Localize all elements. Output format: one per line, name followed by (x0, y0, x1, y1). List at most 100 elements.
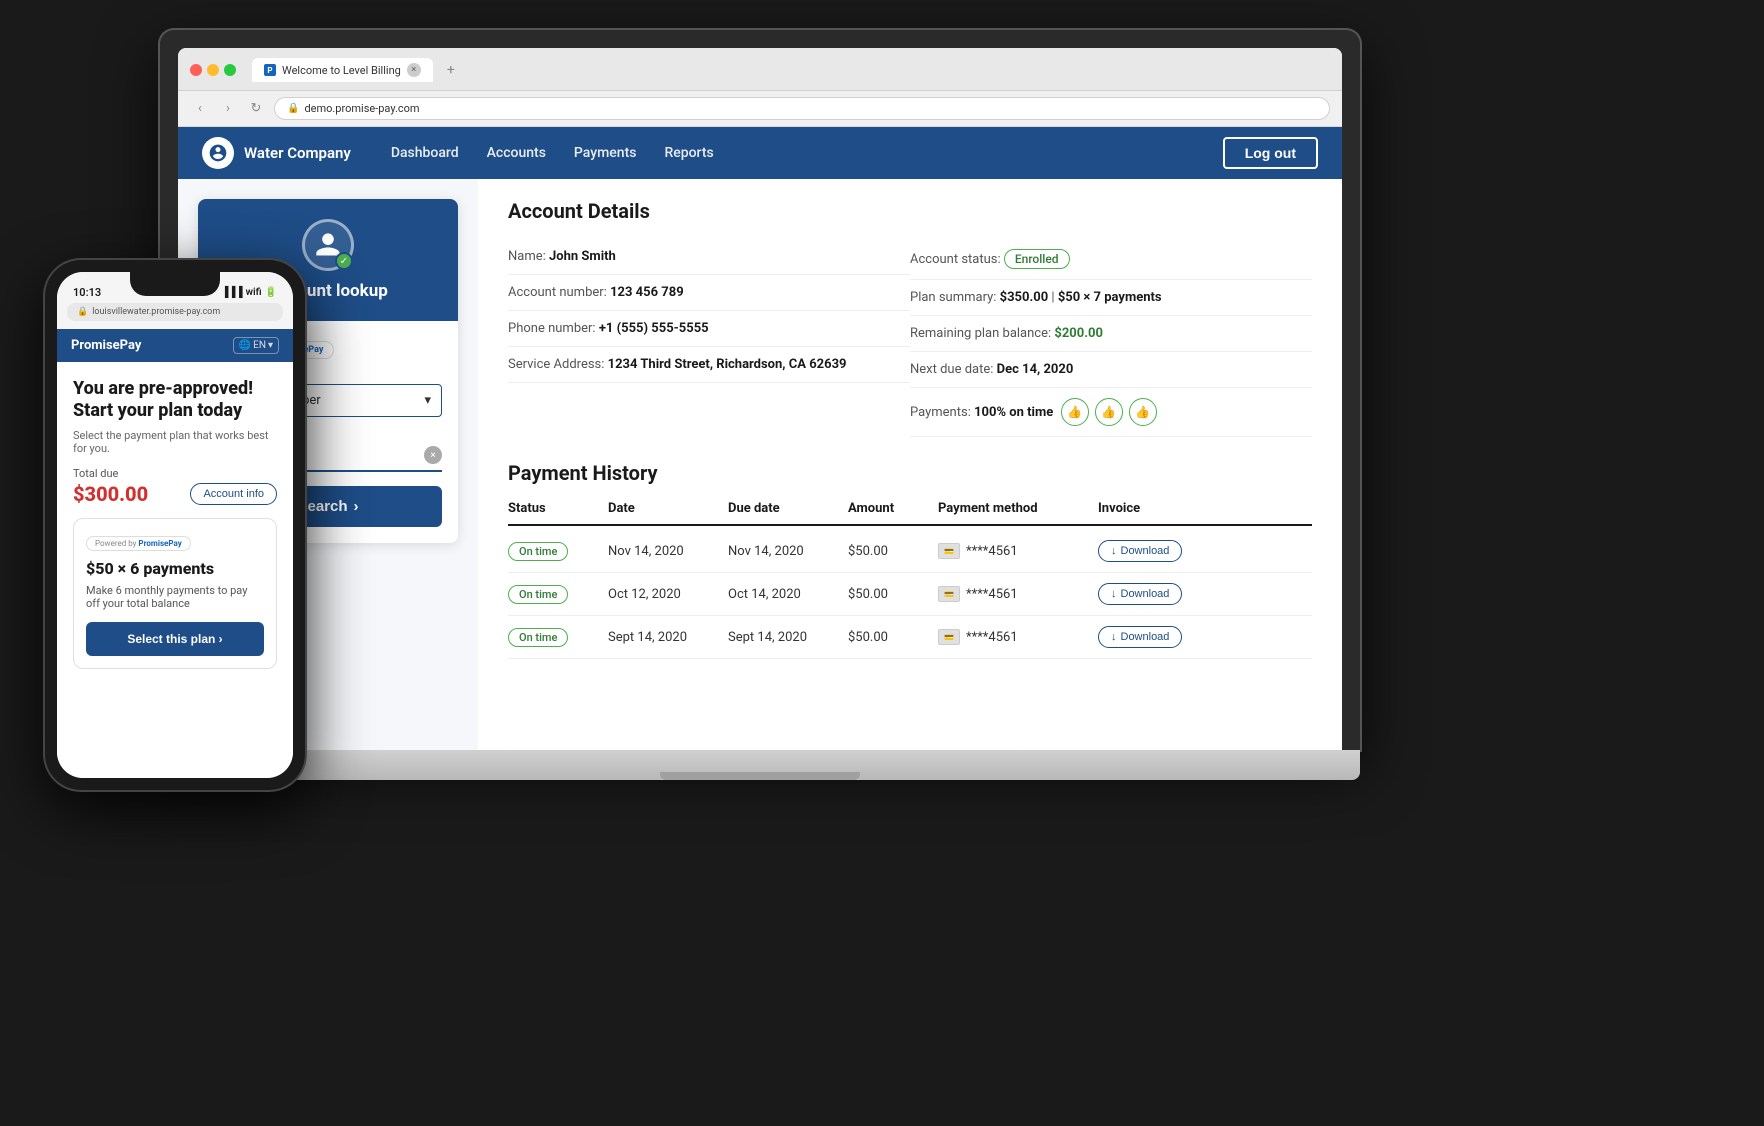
brand-name: Water Company (244, 144, 351, 162)
url-text: demo.promise-pay.com (304, 102, 419, 115)
payments-row: Payments: 100% on time 👍 👍 👍 (910, 388, 1312, 437)
name-row: Name: John Smith (508, 239, 910, 275)
row3-due-date: Sept 14, 2020 (728, 630, 848, 645)
download-button-2[interactable]: ↓ Download (1098, 583, 1182, 605)
thumb-badge-3[interactable]: 👍 (1129, 398, 1157, 426)
next-due-label: Next due date: (910, 362, 993, 377)
lang-chevron-icon: ▾ (268, 340, 273, 351)
traffic-lights (190, 64, 236, 76)
thumb-badge-1[interactable]: 👍 (1061, 398, 1089, 426)
row3-date: Sept 14, 2020 (608, 630, 728, 645)
status-row: Account status: Enrolled (910, 239, 1312, 280)
phone-app-bar: PromisePay 🌐 EN ▾ (57, 329, 293, 362)
nav-link-reports[interactable]: Reports (664, 145, 713, 161)
wifi-icon: wifi (246, 287, 262, 298)
table-header: Status Date Due date Amount Payment meth… (508, 501, 1312, 526)
account-number-row: Account number: 123 456 789 (508, 275, 910, 311)
remaining-value: $200.00 (1054, 326, 1103, 341)
tab-close-button[interactable]: × (407, 63, 421, 77)
tab-favicon: P (264, 64, 276, 76)
plan-powered-brand: PromisePay (138, 539, 181, 548)
download-button-1[interactable]: ↓ Download (1098, 540, 1182, 562)
phone-url: louisvillewater.promise-pay.com (92, 307, 220, 317)
phone-lock-icon: 🔒 (77, 307, 88, 317)
remaining-balance-row: Remaining plan balance: $200.00 (910, 316, 1312, 352)
account-details-title: Account Details (508, 199, 1312, 223)
account-info-button[interactable]: Account info (190, 483, 277, 505)
table-row: On time Sept 14, 2020 Sept 14, 2020 $50.… (508, 616, 1312, 659)
lock-icon: 🔒 (287, 103, 299, 114)
row1-invoice: ↓ Download (1098, 540, 1218, 562)
table-row: On time Oct 12, 2020 Oct 14, 2020 $50.00… (508, 573, 1312, 616)
name-label: Name: (508, 249, 546, 264)
plan-summary-value: $350.00 (1000, 290, 1049, 305)
back-button[interactable]: ‹ (190, 99, 210, 119)
logout-button[interactable]: Log out (1223, 137, 1318, 169)
lookup-avatar: ✓ (302, 219, 354, 271)
download-icon-3: ↓ (1111, 631, 1117, 643)
clear-input-button[interactable]: × (424, 446, 442, 464)
laptop-base (160, 750, 1360, 780)
select-plan-button[interactable]: Select this plan › (86, 622, 264, 656)
phone-value: +1 (555) 555-5555 (599, 321, 709, 336)
phone-app-name: PromisePay (71, 338, 141, 353)
phone-address-bar[interactable]: 🔒 louisvillewater.promise-pay.com (67, 303, 283, 321)
phone-content: You are pre-approved! Start your plan to… (57, 362, 293, 778)
tab-title: Welcome to Level Billing (282, 64, 401, 77)
thumb-badge-2[interactable]: 👍 (1095, 398, 1123, 426)
phone-language-selector[interactable]: 🌐 EN ▾ (233, 337, 279, 354)
row2-payment-method: 💳 ****4561 (938, 586, 1098, 602)
minimize-window-button[interactable] (207, 64, 219, 76)
thumb-badges: 👍 👍 👍 (1061, 398, 1157, 426)
payments-label: Payments: (910, 405, 971, 420)
download-button-3[interactable]: ↓ Download (1098, 626, 1182, 648)
next-due-row: Next due date: Dec 14, 2020 (910, 352, 1312, 388)
nav-link-dashboard[interactable]: Dashboard (391, 145, 459, 161)
nav-links: Dashboard Accounts Payments Reports (391, 145, 1223, 161)
enrolled-badge: Enrolled (1004, 249, 1070, 269)
app: Water Company Dashboard Accounts Payment… (178, 127, 1342, 750)
browser-addressbar: ‹ › ↻ 🔒 demo.promise-pay.com (178, 91, 1342, 127)
new-tab-button[interactable]: + (441, 60, 461, 80)
row2-amount: $50.00 (848, 587, 938, 602)
phone-subtext: Select the payment plan that works best … (73, 429, 277, 455)
phone-label: Phone number: (508, 321, 596, 336)
download-label-2: Download (1121, 588, 1170, 600)
row1-payment-method: 💳 ****4561 (938, 543, 1098, 559)
laptop-bezel: P Welcome to Level Billing × + ‹ › ↻ 🔒 d… (160, 30, 1360, 750)
plan-summary-suffix: $50 × 7 payments (1058, 290, 1162, 305)
row1-status: On time (508, 542, 608, 561)
phone-total-amount: $300.00 (73, 482, 148, 506)
plan-powered-prefix: Powered by (95, 539, 136, 548)
table-row: On time Nov 14, 2020 Nov 14, 2020 $50.00… (508, 530, 1312, 573)
on-time-badge-2: On time (508, 585, 568, 604)
forward-button[interactable]: › (218, 99, 238, 119)
signal-icon: ▐▐▐ (221, 287, 242, 298)
address-label: Service Address: (508, 357, 604, 372)
plan-summary-label: Plan summary: (910, 290, 996, 305)
phone-device: 10:13 ▐▐▐ wifi 🔋 🔒 louisvillewater.promi… (45, 260, 305, 790)
reload-button[interactable]: ↻ (246, 99, 266, 119)
remaining-label: Remaining plan balance: (910, 326, 1051, 341)
col-payment-method: Payment method (938, 501, 1098, 516)
plan-title: $50 × 6 payments (86, 559, 264, 578)
phone-notch (130, 272, 220, 296)
next-due-value: Dec 14, 2020 (997, 362, 1074, 377)
download-label-1: Download (1121, 545, 1170, 557)
close-window-button[interactable] (190, 64, 202, 76)
browser-tab[interactable]: P Welcome to Level Billing × (252, 58, 433, 82)
phone-screen: 10:13 ▐▐▐ wifi 🔋 🔒 louisvillewater.promi… (57, 272, 293, 778)
phone-status-icons: ▐▐▐ wifi 🔋 (221, 287, 277, 298)
nav-link-accounts[interactable]: Accounts (487, 145, 546, 161)
on-time-badge-1: On time (508, 542, 568, 561)
col-status: Status (508, 501, 608, 516)
maximize-window-button[interactable] (224, 64, 236, 76)
row2-date: Oct 12, 2020 (608, 587, 728, 602)
account-number-value: 123 456 789 (610, 285, 684, 300)
nav-link-payments[interactable]: Payments (574, 145, 637, 161)
plan-description: Make 6 monthly payments to pay off your … (86, 584, 264, 610)
row1-card: ****4561 (966, 544, 1018, 559)
address-bar[interactable]: 🔒 demo.promise-pay.com (274, 97, 1330, 120)
col-date: Date (608, 501, 728, 516)
row3-card: ****4561 (966, 630, 1018, 645)
